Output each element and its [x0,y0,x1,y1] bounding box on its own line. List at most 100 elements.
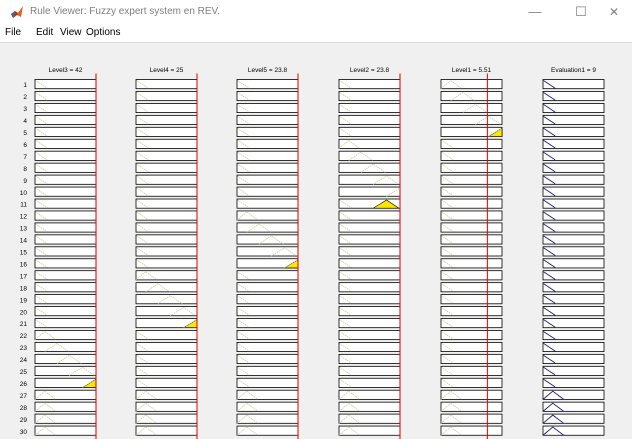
rule-15-level3-plot[interactable] [34,246,97,257]
rule-8-level2-plot[interactable] [338,162,401,173]
rule-26-level5-plot[interactable] [236,377,299,388]
rule-5-level1-plot[interactable] [440,126,503,137]
rule-1-level1-plot[interactable] [440,79,503,90]
rule-14-level5-plot[interactable] [236,234,299,245]
close-button[interactable]: ✕ [598,3,630,21]
rule-19-level3-plot[interactable] [34,294,97,305]
rule-27-level5-plot[interactable] [236,389,299,400]
rule-3-level3-plot[interactable] [34,103,97,114]
rule-20-evaluation1-plot[interactable] [542,306,605,317]
rule-21-level5-plot[interactable] [236,318,299,329]
rule-23-level4-plot[interactable] [135,341,198,352]
rule-10-level3-plot[interactable] [34,186,97,197]
rule-25-level3-plot[interactable] [34,365,97,376]
rule-5-level5-plot[interactable] [236,126,299,137]
rule-2-evaluation1-plot[interactable] [542,91,605,102]
rule-7-level4-plot[interactable] [135,150,198,161]
rule-21-evaluation1-plot[interactable] [542,318,605,329]
rule-4-level2-plot[interactable] [338,114,401,125]
rule-24-level4-plot[interactable] [135,353,198,364]
rule-27-level2-plot[interactable] [338,389,401,400]
rule-13-level3-plot[interactable] [34,222,97,233]
rule-28-level2-plot[interactable] [338,401,401,412]
rule-28-level3-plot[interactable] [34,401,97,412]
rule-22-evaluation1-plot[interactable] [542,330,605,341]
menu-options[interactable]: Options [86,27,120,38]
rule-4-level3-plot[interactable] [34,114,97,125]
rule-29-level3-plot[interactable] [34,413,97,424]
rule-3-level4-plot[interactable] [135,103,198,114]
rule-8-level4-plot[interactable] [135,162,198,173]
rule-20-level3-plot[interactable] [34,306,97,317]
rule-30-level4-plot[interactable] [135,425,198,436]
rule-12-level4-plot[interactable] [135,210,198,221]
rule-11-level1-plot[interactable] [440,198,503,209]
rule-19-level2-plot[interactable] [338,294,401,305]
rule-3-level5-plot[interactable] [236,103,299,114]
rule-5-level3-plot[interactable] [34,126,97,137]
rule-9-level2-plot[interactable] [338,174,401,185]
rule-3-level1-plot[interactable] [440,103,503,114]
rule-6-level4-plot[interactable] [135,138,198,149]
rule-10-evaluation1-plot[interactable] [542,186,605,197]
rule-8-evaluation1-plot[interactable] [542,162,605,173]
rule-10-level4-plot[interactable] [135,186,198,197]
rule-19-evaluation1-plot[interactable] [542,294,605,305]
rule-16-level3-plot[interactable] [34,258,97,269]
rule-17-level2-plot[interactable] [338,270,401,281]
rule-17-evaluation1-plot[interactable] [542,270,605,281]
rule-8-level5-plot[interactable] [236,162,299,173]
rule-13-level2-plot[interactable] [338,222,401,233]
rule-2-level1-plot[interactable] [440,91,503,102]
menu-view[interactable]: View [60,27,82,38]
rule-1-level4-plot[interactable] [135,79,198,90]
rule-29-level5-plot[interactable] [236,413,299,424]
rule-15-level2-plot[interactable] [338,246,401,257]
rule-16-level5-plot[interactable] [236,258,299,269]
rule-3-level2-plot[interactable] [338,103,401,114]
rule-30-evaluation1-plot[interactable] [542,425,605,436]
rule-17-level3-plot[interactable] [34,270,97,281]
rule-26-level4-plot[interactable] [135,377,198,388]
rule-13-level1-plot[interactable] [440,222,503,233]
rule-17-level1-plot[interactable] [440,270,503,281]
rule-5-evaluation1-plot[interactable] [542,126,605,137]
rule-15-level4-plot[interactable] [135,246,198,257]
rule-12-level3-plot[interactable] [34,210,97,221]
rule-5-level2-plot[interactable] [338,126,401,137]
rule-24-level2-plot[interactable] [338,353,401,364]
rule-24-level1-plot[interactable] [440,353,503,364]
rule-29-level4-plot[interactable] [135,413,198,424]
rule-26-level2-plot[interactable] [338,377,401,388]
rule-19-level1-plot[interactable] [440,294,503,305]
rule-14-evaluation1-plot[interactable] [542,234,605,245]
rule-12-evaluation1-plot[interactable] [542,210,605,221]
rule-13-evaluation1-plot[interactable] [542,222,605,233]
rule-10-level5-plot[interactable] [236,186,299,197]
rule-18-evaluation1-plot[interactable] [542,282,605,293]
rule-12-level5-plot[interactable] [236,210,299,221]
rule-16-level2-plot[interactable] [338,258,401,269]
rule-2-level5-plot[interactable] [236,91,299,102]
rule-26-evaluation1-plot[interactable] [542,377,605,388]
rule-16-evaluation1-plot[interactable] [542,258,605,269]
rule-7-evaluation1-plot[interactable] [542,150,605,161]
rule-1-level2-plot[interactable] [338,79,401,90]
rule-22-level4-plot[interactable] [135,330,198,341]
rule-30-level1-plot[interactable] [440,425,503,436]
rule-16-level1-plot[interactable] [440,258,503,269]
rule-2-level2-plot[interactable] [338,91,401,102]
rule-22-level2-plot[interactable] [338,330,401,341]
rule-25-evaluation1-plot[interactable] [542,365,605,376]
rule-21-level1-plot[interactable] [440,318,503,329]
rule-28-level1-plot[interactable] [440,401,503,412]
rule-28-level5-plot[interactable] [236,401,299,412]
rule-22-level3-plot[interactable] [34,330,97,341]
rule-26-level3-plot[interactable] [34,377,97,388]
rule-20-level4-plot[interactable] [135,306,198,317]
rule-15-evaluation1-plot[interactable] [542,246,605,257]
rule-6-evaluation1-plot[interactable] [542,138,605,149]
rule-1-evaluation1-plot[interactable] [542,79,605,90]
rule-11-level5-plot[interactable] [236,198,299,209]
rule-6-level3-plot[interactable] [34,138,97,149]
